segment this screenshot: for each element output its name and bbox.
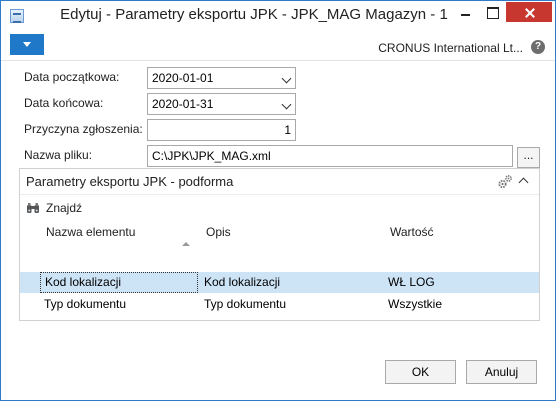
browse-button[interactable]: ...	[517, 147, 540, 168]
table-cell-element-name[interactable]: Typ dokumentu	[40, 294, 198, 315]
dialog-window: Edytuj - Parametry eksportu JPK - JPK_MA…	[0, 0, 556, 401]
gears-icon[interactable]	[497, 174, 513, 190]
column-header-element-name[interactable]: Nazwa elementu	[46, 225, 135, 239]
table-cell-description[interactable]: Kod lokalizacji	[200, 272, 380, 293]
table-cell-value[interactable]: WŁ LOG	[384, 272, 534, 293]
chevron-down-icon[interactable]	[281, 73, 292, 84]
file-name-field[interactable]: C:\JPK\JPK_MAG.xml	[147, 145, 513, 167]
sort-ascending-icon	[182, 242, 190, 246]
file-name-label: Nazwa pliku:	[24, 148, 93, 162]
chevron-down-icon[interactable]	[281, 99, 292, 110]
column-header-value[interactable]: Wartość	[390, 225, 434, 239]
menu-dropdown-icon[interactable]	[10, 34, 44, 55]
table-cell-element-name[interactable]: Kod lokalizacji	[40, 272, 198, 293]
company-name: CRONUS International Lt...	[378, 41, 523, 55]
start-date-field[interactable]: 2020-01-01	[147, 67, 296, 89]
column-header-description[interactable]: Opis	[206, 225, 231, 239]
file-name-value: C:\JPK\JPK_MAG.xml	[152, 149, 271, 163]
binoculars-icon	[27, 203, 39, 213]
ok-button[interactable]: OK	[385, 360, 456, 384]
subform-title: Parametry eksportu JPK - podforma	[26, 174, 234, 189]
end-date-label: Data końcowa:	[24, 96, 104, 110]
end-date-value: 2020-01-31	[152, 97, 214, 111]
reason-label: Przyczyna zgłoszenia:	[24, 122, 143, 136]
reason-field[interactable]: 1	[147, 119, 296, 141]
title-bar[interactable]: Edytuj - Parametry eksportu JPK - JPK_MA…	[1, 1, 555, 31]
help-icon[interactable]: ?	[531, 40, 545, 54]
maximize-icon[interactable]	[479, 2, 505, 22]
subform-panel: Parametry eksportu JPK - podforma Znajdź	[19, 168, 540, 321]
cancel-button[interactable]: Anuluj	[466, 360, 537, 384]
end-date-field[interactable]: 2020-01-31	[147, 93, 296, 115]
table-row[interactable]: Typ dokumentu Typ dokumentu Wszystkie	[20, 294, 539, 315]
reason-value: 1	[284, 123, 291, 137]
find-action[interactable]: Znajdź	[20, 196, 539, 220]
ribbon: CRONUS International Lt... ?	[1, 31, 555, 61]
start-date-value: 2020-01-01	[152, 71, 214, 85]
table-cell-description[interactable]: Typ dokumentu	[200, 294, 380, 315]
table-row[interactable]: Kod lokalizacji Kod lokalizacji WŁ LOG	[20, 272, 539, 293]
minimize-icon[interactable]	[452, 2, 478, 22]
close-icon[interactable]	[506, 2, 552, 22]
find-label: Znajdź	[46, 201, 83, 215]
table-cell-value[interactable]: Wszystkie	[384, 294, 534, 315]
chevron-up-icon[interactable]	[518, 177, 529, 188]
subform-header: Parametry eksportu JPK - podforma	[20, 169, 539, 195]
start-date-label: Data początkowa:	[24, 70, 120, 84]
